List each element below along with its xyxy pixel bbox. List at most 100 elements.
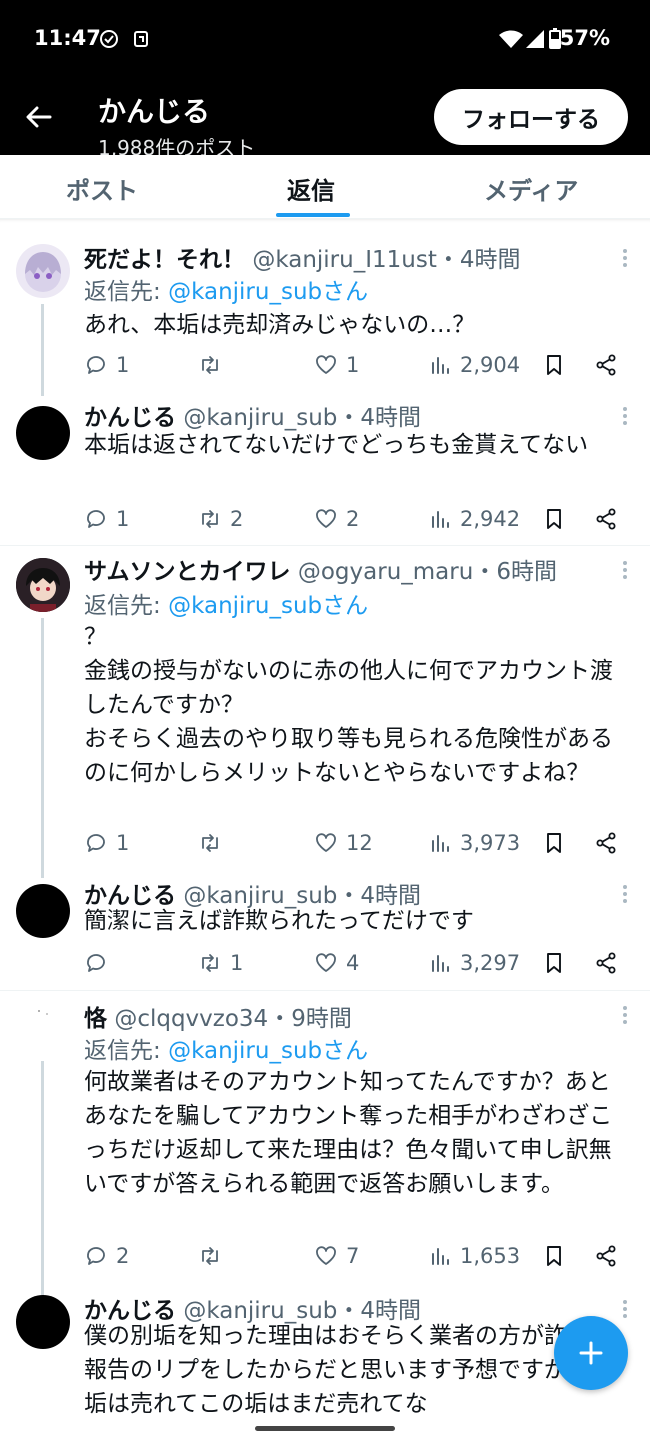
reply-to-link[interactable]: @kanjiru_subさん: [168, 1038, 368, 1064]
more-icon[interactable]: [622, 1005, 628, 1025]
avatar[interactable]: [16, 1295, 70, 1349]
tweet-actions: 1 4 3,297: [84, 948, 624, 978]
tweet-author: サムソンとカイワレ @ogyaru_maru・6時間: [84, 559, 557, 585]
views-icon: [428, 831, 452, 855]
bookmark-button[interactable]: [542, 1241, 566, 1271]
like-icon: [314, 831, 338, 855]
follow-button[interactable]: フォローする: [434, 89, 628, 145]
more-icon[interactable]: [622, 248, 628, 268]
share-button[interactable]: [594, 504, 618, 534]
bookmark-button[interactable]: [542, 504, 566, 534]
reply-icon: [84, 831, 108, 855]
reply-icon: [84, 507, 108, 531]
replying-to: 返信先: @kanjiru_subさん: [84, 1038, 369, 1064]
tweet[interactable]: かんじる @kanjiru_sub・4時間 簡潔に言えば詐欺られたってだけです …: [0, 868, 650, 990]
share-icon: [594, 353, 618, 377]
check-circle-icon: [100, 30, 118, 48]
share-icon: [594, 507, 618, 531]
back-arrow-icon[interactable]: [22, 100, 56, 134]
avatar[interactable]: [16, 244, 70, 298]
share-icon: [594, 951, 618, 975]
tab-posts[interactable]: ポスト: [66, 171, 138, 206]
compose-button[interactable]: [554, 1316, 628, 1390]
reply-button[interactable]: 1: [84, 350, 129, 380]
status-bar: 11:47 57%: [0, 0, 650, 80]
reply-to-link[interactable]: @kanjiru_subさん: [168, 279, 368, 305]
views-button[interactable]: 3,297: [428, 948, 520, 978]
avatar[interactable]: [16, 884, 70, 938]
tweet[interactable]: 死だよ！それ！ @kanjiru_I11ust・4時間 返信先: @kanjir…: [0, 230, 650, 396]
retweet-button[interactable]: [198, 1241, 230, 1271]
avatar[interactable]: [16, 406, 70, 460]
more-icon[interactable]: [622, 1299, 628, 1319]
avatar[interactable]: [16, 558, 70, 612]
signal-icon: [526, 30, 544, 48]
tabs-shadow: [0, 219, 650, 229]
share-button[interactable]: [594, 828, 618, 858]
retweet-button[interactable]: 1: [198, 948, 243, 978]
tab-replies[interactable]: 返信: [287, 171, 335, 206]
like-icon: [314, 1244, 338, 1268]
reply-button[interactable]: [84, 948, 116, 978]
tweet-text: あれ、本垢は売却済みじゃないの…？: [84, 312, 476, 338]
reply-to-link[interactable]: @kanjiru_subさん: [168, 593, 368, 619]
views-button[interactable]: 3,973: [428, 828, 520, 858]
retweet-icon: [198, 507, 222, 531]
avatar[interactable]: [16, 1003, 70, 1057]
tweet[interactable]: 恪 @clqqvvzo34・9時間 返信先: @kanjiru_subさん 何故…: [0, 991, 650, 1299]
share-button[interactable]: [594, 948, 618, 978]
like-button[interactable]: 4: [314, 948, 359, 978]
tweet[interactable]: かんじる @kanjiru_sub・4時間 本垢は返されてないだけでどっちも金貰…: [0, 390, 650, 544]
more-icon[interactable]: [622, 406, 628, 426]
bookmark-button[interactable]: [542, 350, 566, 380]
profile-header: かんじる 1,988件のポスト フォローする: [0, 80, 650, 155]
views-icon: [428, 951, 452, 975]
views-icon: [428, 353, 452, 377]
profile-name: かんじる: [98, 95, 211, 128]
views-button[interactable]: 1,653: [428, 1241, 520, 1271]
bookmark-button[interactable]: [542, 948, 566, 978]
replying-to: 返信先: @kanjiru_subさん: [84, 593, 369, 619]
like-button[interactable]: 12: [314, 828, 373, 858]
tweet-text: 簡潔に言えば詐欺られたってだけです: [84, 908, 474, 934]
views-button[interactable]: 2,942: [428, 504, 520, 534]
views-button[interactable]: 2,904: [428, 350, 520, 380]
reply-button[interactable]: 1: [84, 828, 129, 858]
tweet[interactable]: かんじる @kanjiru_sub・4時間 僕の別垢を知った理由はおそらく業者の…: [0, 1291, 650, 1421]
more-icon[interactable]: [622, 884, 628, 904]
bookmark-icon: [542, 951, 566, 975]
bookmark-icon: [542, 507, 566, 531]
thread-line: [41, 304, 44, 396]
retweet-button[interactable]: [198, 350, 230, 380]
like-icon: [314, 353, 338, 377]
reply-button[interactable]: 1: [84, 504, 129, 534]
like-button[interactable]: 7: [314, 1241, 359, 1271]
reply-button[interactable]: 2: [84, 1241, 129, 1271]
profile-tabs: ポスト 返信 メディア: [0, 155, 650, 219]
tweet-actions: 1 12 3,973: [84, 828, 624, 858]
replying-to: 返信先: @kanjiru_subさん: [84, 279, 369, 305]
like-button[interactable]: 1: [314, 350, 359, 380]
like-icon: [314, 507, 338, 531]
tweet-author: 恪 @clqqvvzo34・9時間: [84, 1006, 352, 1032]
tweet-text: ？ 金銭の授与がないのに赤の他人に何でアカウント渡したんですか？ おそらく過去の…: [84, 624, 613, 786]
more-icon[interactable]: [622, 560, 628, 580]
tweet-author: 死だよ！それ！ @kanjiru_I11ust・4時間: [84, 247, 521, 273]
share-button[interactable]: [594, 350, 618, 380]
active-tab-indicator: [276, 213, 350, 217]
like-button[interactable]: 2: [314, 504, 359, 534]
views-icon: [428, 507, 452, 531]
retweet-icon: [198, 1244, 222, 1268]
home-indicator[interactable]: [255, 1426, 395, 1431]
tweet-text: 何故業者はそのアカウント知ってたんですか？あとあなたを騙してアカウント奪った相手…: [84, 1069, 613, 1197]
retweet-icon: [198, 353, 222, 377]
thread-line: [41, 618, 44, 878]
share-button[interactable]: [594, 1241, 618, 1271]
tab-media[interactable]: メディア: [484, 171, 578, 206]
tweet-actions: 1 2 2 2,942: [84, 504, 624, 534]
retweet-button[interactable]: [198, 828, 230, 858]
status-time: 11:47: [34, 26, 101, 50]
retweet-button[interactable]: 2: [198, 504, 243, 534]
tweet[interactable]: サムソンとカイワレ @ogyaru_maru・6時間 返信先: @kanjiru…: [0, 546, 650, 878]
bookmark-button[interactable]: [542, 828, 566, 858]
